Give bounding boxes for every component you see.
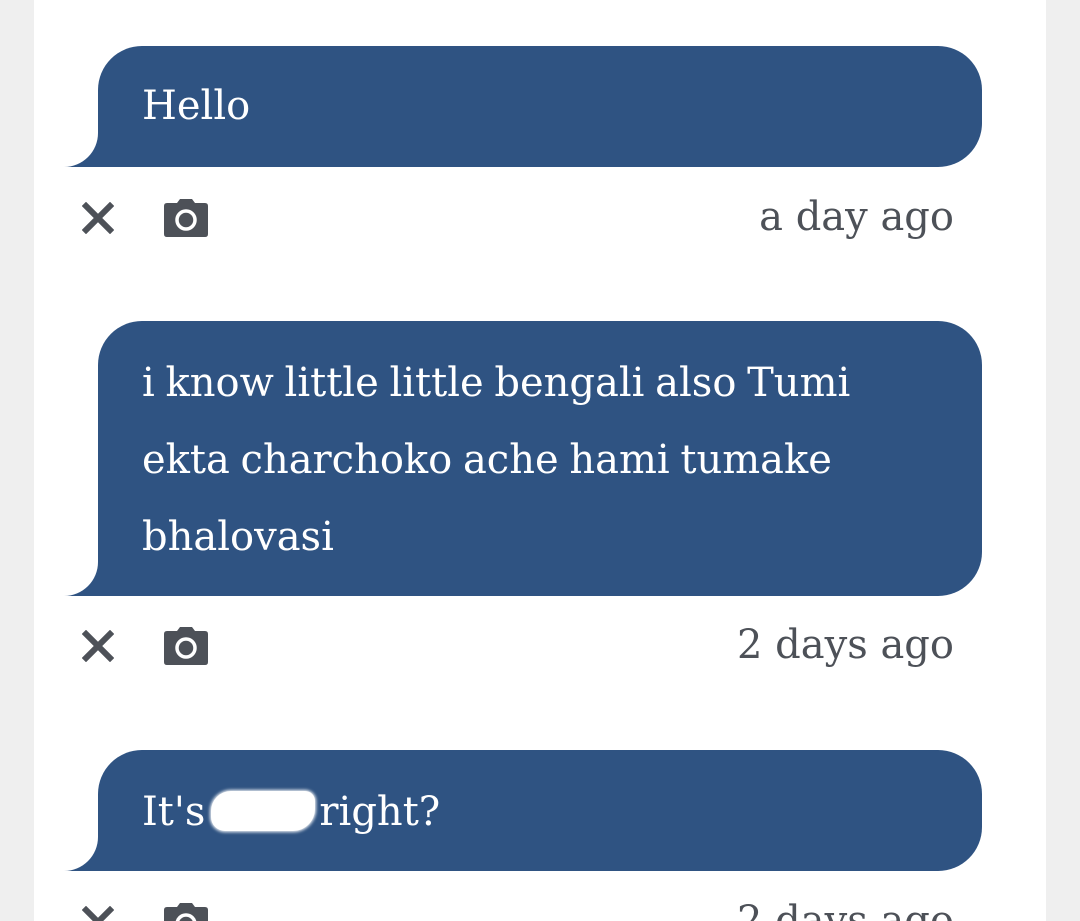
message-text: It's right? xyxy=(142,789,440,835)
screenshot-button[interactable] xyxy=(158,618,214,674)
message-actions: 2 days ago xyxy=(34,894,1046,921)
delete-button[interactable] xyxy=(70,894,126,921)
message-bubble: Hello xyxy=(98,46,982,167)
message-text-start: It's xyxy=(142,789,206,835)
message-list: Hello a day ago i know little little ben… xyxy=(34,0,1046,921)
close-icon xyxy=(82,630,114,662)
message-timestamp: a day ago xyxy=(759,194,954,240)
screenshot-button[interactable] xyxy=(158,190,214,246)
camera-icon xyxy=(164,903,208,921)
message-text: i know little little bengali also Tumi e… xyxy=(142,360,851,560)
message-actions: 2 days ago xyxy=(34,618,1046,678)
message-bubble: It's right? xyxy=(98,750,982,871)
close-icon xyxy=(82,202,114,234)
message-bubble: i know little little bengali also Tumi e… xyxy=(98,321,982,596)
camera-icon xyxy=(164,199,208,237)
message-actions: a day ago xyxy=(34,190,1046,250)
screenshot-button[interactable] xyxy=(158,894,214,921)
redaction-scribble xyxy=(211,791,316,831)
camera-icon xyxy=(164,627,208,665)
delete-button[interactable] xyxy=(70,618,126,674)
message-text: Hello xyxy=(142,83,251,129)
message-timestamp: 2 days ago xyxy=(737,622,954,668)
delete-button[interactable] xyxy=(70,190,126,246)
message-text-end: right? xyxy=(319,789,441,835)
close-icon xyxy=(82,906,114,921)
message-timestamp: 2 days ago xyxy=(737,898,954,921)
